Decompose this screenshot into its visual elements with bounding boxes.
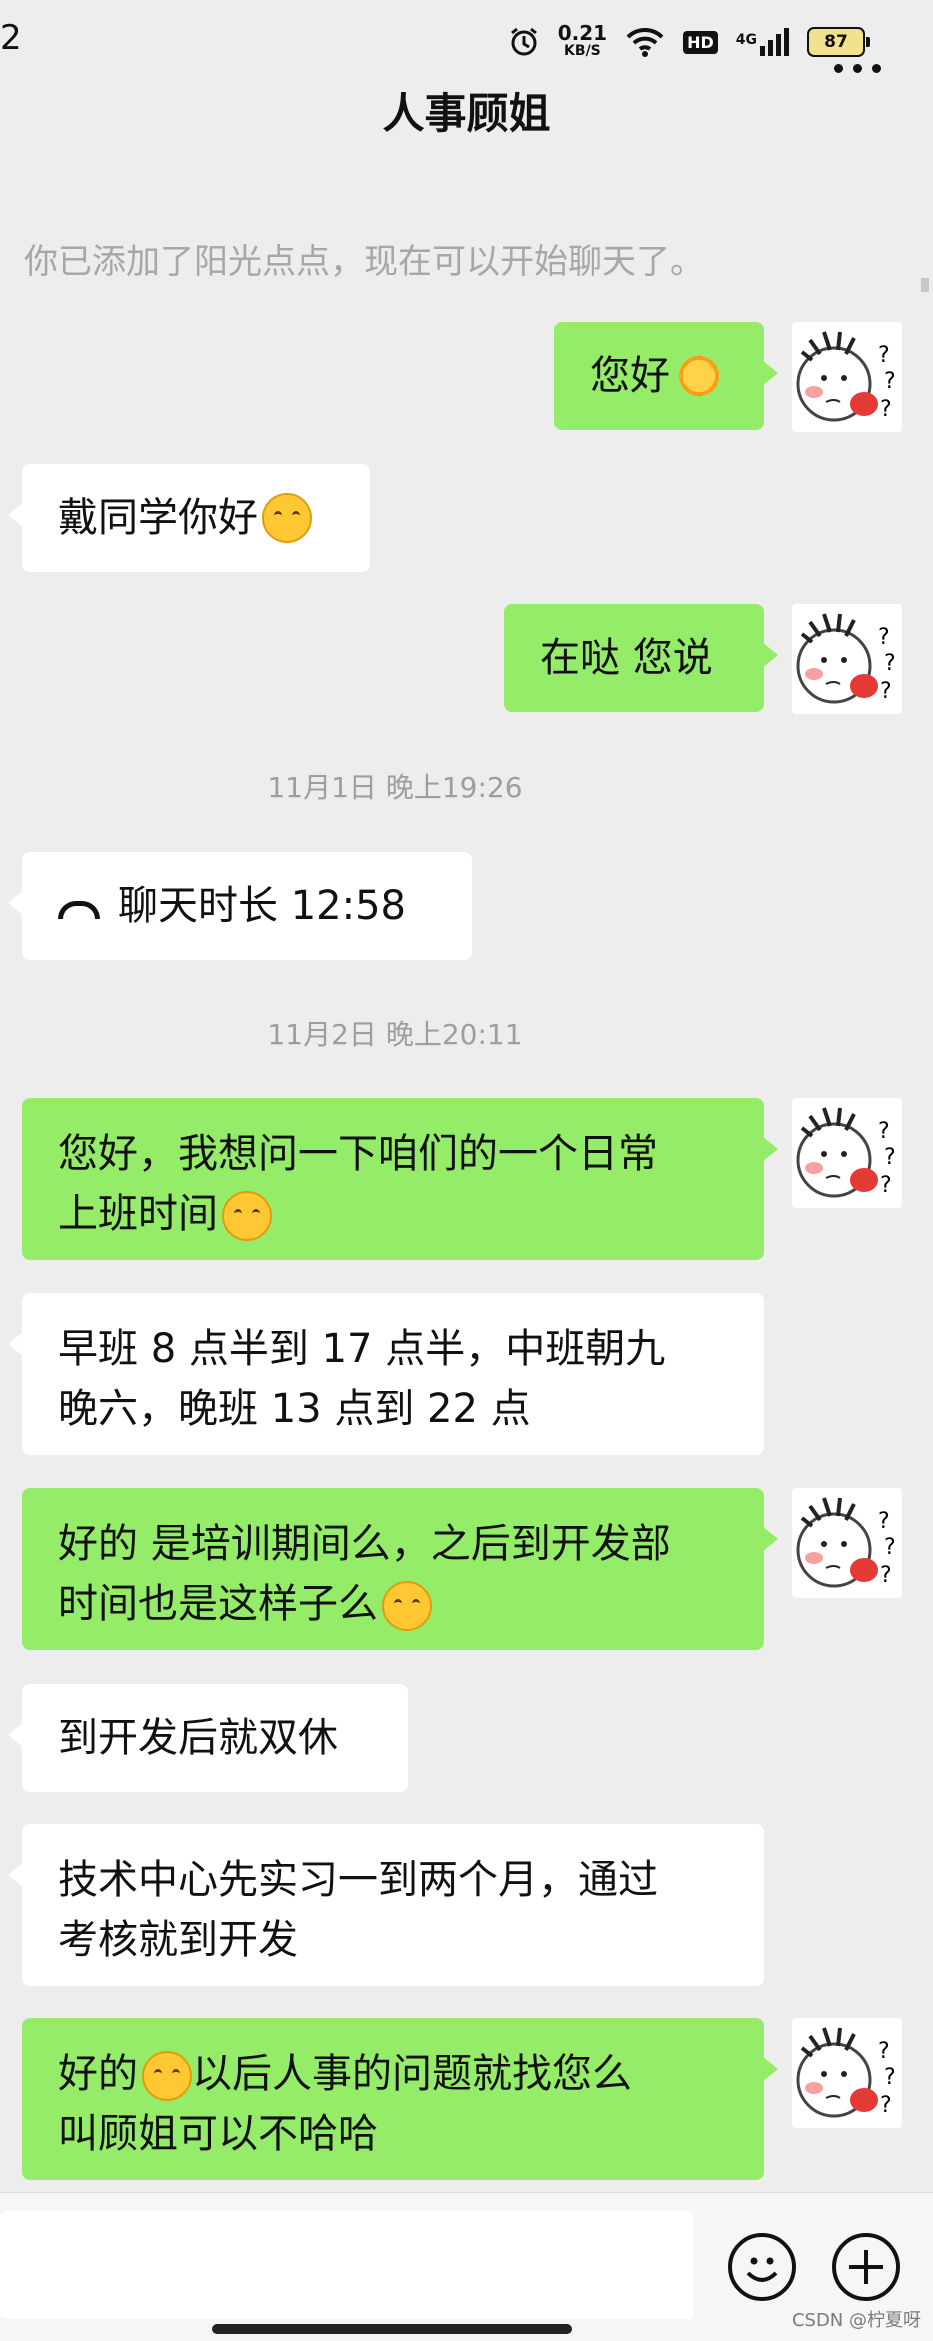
chat-header: 人事顾姐 bbox=[0, 64, 933, 160]
svg-text:?: ? bbox=[880, 397, 892, 422]
more-icon[interactable] bbox=[834, 64, 881, 73]
hug-emoji bbox=[142, 2051, 192, 2101]
svg-text:?: ? bbox=[880, 2093, 892, 2118]
grin-emoji bbox=[262, 493, 312, 543]
message-bubble-outgoing[interactable]: 您好，我想问一下咱们的一个日常 上班时间 bbox=[22, 1098, 778, 1260]
battery-level: 87 bbox=[824, 32, 848, 52]
svg-text:?: ? bbox=[884, 369, 896, 394]
avatar[interactable]: ??? bbox=[792, 2018, 902, 2128]
message-input[interactable] bbox=[0, 2211, 694, 2319]
message-bubble-incoming[interactable]: 到开发后就双休 bbox=[8, 1684, 408, 1792]
avatar-image: ??? bbox=[796, 1107, 896, 1198]
message-bubble-incoming[interactable]: 戴同学你好 bbox=[8, 464, 370, 572]
avatar-image: ??? bbox=[796, 2027, 896, 2118]
message-bubble-outgoing[interactable]: 在哒 您说 bbox=[504, 604, 778, 712]
svg-text:?: ? bbox=[878, 1119, 890, 1144]
message-bubble-outgoing[interactable]: 您好 bbox=[554, 322, 778, 430]
status-time: 2 bbox=[0, 18, 22, 58]
svg-text:?: ? bbox=[884, 1535, 896, 1560]
svg-text:?: ? bbox=[878, 343, 890, 368]
svg-text:?: ? bbox=[878, 625, 890, 650]
avatar[interactable]: ??? bbox=[792, 322, 902, 432]
call-duration-bubble[interactable]: 聊天时长 12:58 bbox=[8, 852, 472, 960]
signal-icon: 4G bbox=[736, 28, 789, 56]
chat-title: 人事顾姐 bbox=[382, 89, 551, 138]
svg-text:?: ? bbox=[878, 1509, 890, 1534]
message-bubble-outgoing[interactable]: 好的 是培训期间么，之后到开发部 时间也是这样子么 bbox=[22, 1488, 778, 1650]
avatar[interactable]: ??? bbox=[792, 1098, 902, 1208]
smiley-glyph bbox=[746, 2257, 778, 2282]
avatar-image: ??? bbox=[796, 331, 896, 422]
svg-text:?: ? bbox=[884, 1145, 896, 1170]
network-speed: 0.21 KB/S bbox=[557, 21, 608, 59]
avatar-image: ??? bbox=[796, 613, 896, 704]
avatar[interactable]: ??? bbox=[792, 1488, 902, 1598]
svg-text:?: ? bbox=[884, 651, 896, 676]
hd-badge: HD bbox=[683, 30, 718, 54]
timestamp: 11月1日 晚上19:26 bbox=[267, 771, 523, 804]
sun-emoji bbox=[674, 351, 724, 401]
svg-text:?: ? bbox=[878, 2039, 890, 2064]
svg-text:?: ? bbox=[884, 2065, 896, 2090]
wifi-icon bbox=[626, 27, 664, 57]
watermark: CSDN @柠夏呀 bbox=[791, 2310, 921, 2331]
battery-icon: 87 bbox=[807, 27, 870, 57]
avatar-image: ??? bbox=[796, 1497, 896, 1588]
plus-icon[interactable] bbox=[832, 2233, 900, 2301]
home-indicator[interactable] bbox=[212, 2324, 572, 2334]
scrollbar[interactable] bbox=[921, 278, 929, 292]
svg-text:?: ? bbox=[880, 1173, 892, 1198]
timestamp: 11月2日 晚上20:11 bbox=[267, 1018, 523, 1051]
svg-text:?: ? bbox=[880, 1563, 892, 1588]
message-bubble-outgoing[interactable]: 好的 以后人事的问题就找您么 叫顾姐可以不哈哈 bbox=[22, 2018, 778, 2180]
message-bubble-incoming[interactable]: 早班 8 点半到 17 点半，中班朝九 晚六，晚班 13 点到 22 点 bbox=[8, 1293, 764, 1455]
avatar[interactable]: ??? bbox=[792, 604, 902, 714]
smile-emoji bbox=[222, 1191, 272, 1241]
status-icons: 0.21 KB/S HD 4G 87 bbox=[508, 20, 870, 64]
thinking-emoji bbox=[382, 1581, 432, 1631]
svg-text:?: ? bbox=[880, 679, 892, 704]
status-bar: 2 0.21 KB/S HD 4G 87 bbox=[0, 0, 933, 80]
phone-hangup-icon bbox=[58, 901, 100, 919]
alarm-icon bbox=[510, 27, 537, 56]
system-message: 你已添加了阳光点点，现在可以开始聊天了。 bbox=[24, 242, 704, 282]
message-bubble-incoming[interactable]: 技术中心先实习一到两个月，通过 考核就到开发 bbox=[8, 1824, 764, 1986]
smiley-icon[interactable] bbox=[728, 2233, 796, 2301]
